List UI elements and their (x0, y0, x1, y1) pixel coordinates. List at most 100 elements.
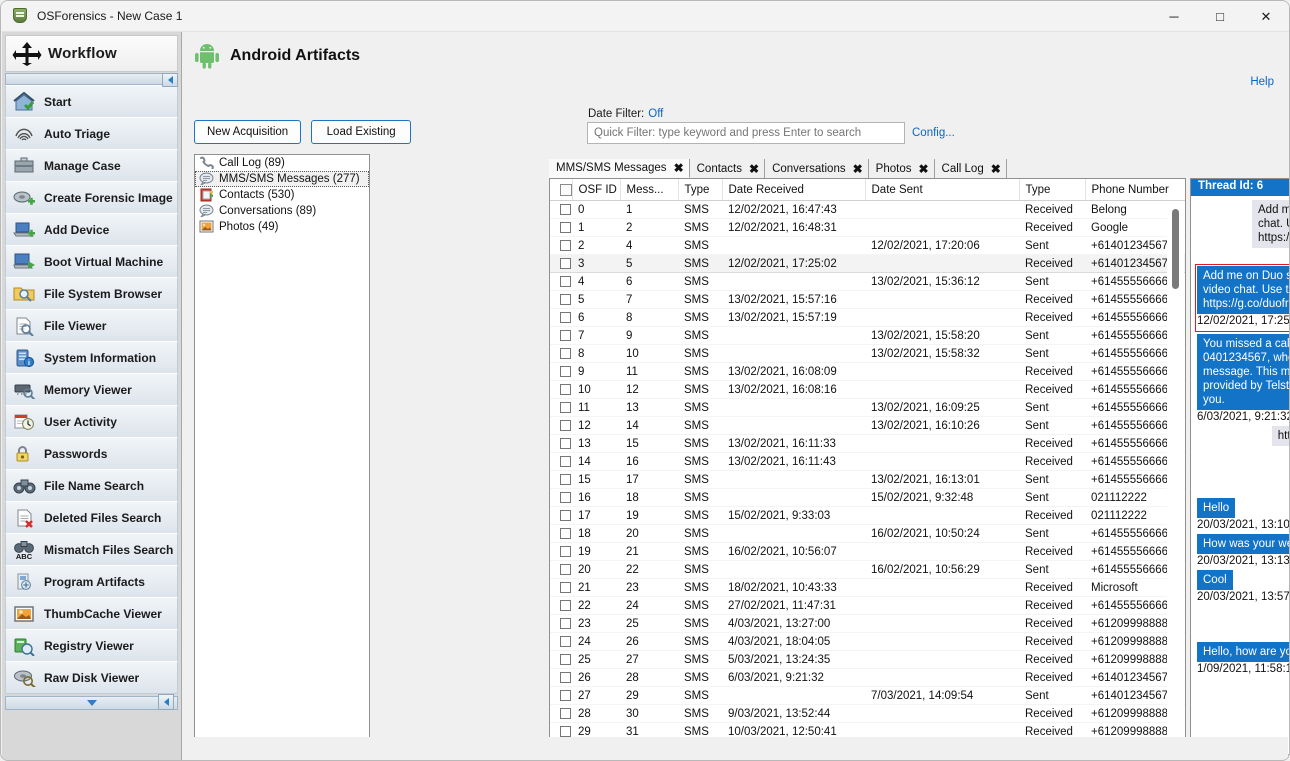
table-row[interactable]: 17 19 SMS 15/02/2021, 9:33:03 Received 021112… (550, 506, 1185, 525)
sidebar-item-user-activity[interactable]: User Activity (5, 405, 178, 438)
row-checkbox-cell[interactable] (550, 326, 572, 345)
column-header[interactable]: Type (678, 179, 723, 201)
sidebar-item-registry-viewer[interactable]: Registry Viewer (5, 629, 178, 662)
row-checkbox[interactable] (560, 582, 571, 593)
row-checkbox-cell[interactable] (550, 308, 572, 327)
row-checkbox-cell[interactable] (550, 434, 572, 453)
table-row[interactable]: 19 21 SMS 16/02/2021, 10:56:07 Received +6145… (550, 542, 1185, 561)
column-header[interactable]: Type (1019, 179, 1086, 201)
table-row[interactable]: 21 23 SMS 18/02/2021, 10:43:33 Received Micro… (550, 578, 1185, 597)
row-checkbox[interactable] (560, 222, 571, 233)
date-filter-value[interactable]: Off (648, 108, 663, 120)
row-checkbox[interactable] (560, 402, 571, 413)
row-checkbox[interactable] (560, 276, 571, 287)
row-checkbox[interactable] (560, 654, 571, 665)
row-checkbox[interactable] (560, 726, 571, 737)
row-checkbox[interactable] (560, 672, 571, 683)
table-row[interactable]: 0 1 SMS 12/02/2021, 16:47:43 Received Belong (550, 200, 1185, 219)
row-checkbox[interactable] (560, 204, 571, 215)
row-checkbox-cell[interactable] (550, 650, 572, 669)
load-existing-button[interactable]: Load Existing (311, 120, 412, 144)
row-checkbox[interactable] (560, 330, 571, 341)
thread-message[interactable]: Hello20/03/2021, 13:10:44 (1197, 498, 1289, 531)
row-checkbox[interactable] (560, 546, 571, 557)
row-checkbox-cell[interactable] (550, 452, 572, 471)
table-row[interactable]: 8 10 SMS 13/02/2021, 15:58:32 Sent +614555566… (550, 344, 1185, 363)
select-all-header[interactable] (550, 179, 573, 201)
row-checkbox-cell[interactable] (550, 542, 572, 561)
artifact-tree-item[interactable]: Call Log (89) (195, 155, 369, 171)
table-row[interactable]: 12 14 SMS 13/02/2021, 16:10:26 Sent +61455556… (550, 416, 1185, 435)
row-checkbox[interactable] (560, 528, 571, 539)
table-row[interactable]: 28 30 SMS 9/03/2021, 13:52:44 Received +61209… (550, 704, 1185, 723)
artifact-tree-item[interactable]: Photos (49) (195, 219, 369, 235)
table-row[interactable]: 11 13 SMS 13/02/2021, 16:09:25 Sent +61455556… (550, 398, 1185, 417)
sidebar-item-boot-virtual-machine[interactable]: Boot Virtual Machine (5, 245, 178, 278)
row-checkbox[interactable] (560, 492, 571, 503)
maximize-button[interactable]: □ (1197, 1, 1243, 32)
artifact-tree-item[interactable]: Contacts (530) (195, 187, 369, 203)
row-checkbox-cell[interactable] (550, 596, 572, 615)
sidebar-item-program-artifacts[interactable]: Program Artifacts (5, 565, 178, 598)
help-link[interactable]: Help (1250, 76, 1274, 88)
sidebar-item-deleted-files-search[interactable]: Deleted Files Search (5, 501, 178, 534)
table-row[interactable]: 16 18 SMS 15/02/2021, 9:32:48 Sent 021112222 (550, 488, 1185, 507)
table-vertical-scroll-thumb[interactable] (1172, 209, 1179, 289)
table-row[interactable]: 1 2 SMS 12/02/2021, 16:48:31 Received Google (550, 218, 1185, 237)
row-checkbox-cell[interactable] (550, 524, 572, 543)
thread-message[interactable]: Cool20/03/2021, 13:57:01 (1197, 570, 1289, 603)
row-checkbox-cell[interactable] (550, 290, 572, 309)
sidebar-item-start[interactable]: Start (5, 85, 178, 118)
row-checkbox-cell[interactable] (550, 254, 572, 273)
row-checkbox[interactable] (560, 510, 571, 521)
row-checkbox[interactable] (560, 366, 571, 377)
row-checkbox-cell[interactable] (550, 704, 572, 723)
sidebar-item-system-information[interactable]: i System Information (5, 341, 178, 374)
table-row[interactable]: 25 27 SMS 5/03/2021, 13:24:35 Received +61209… (550, 650, 1185, 669)
row-checkbox-cell[interactable] (550, 560, 572, 579)
column-header[interactable]: Date Received (722, 179, 866, 201)
row-checkbox-cell[interactable] (550, 578, 572, 597)
row-checkbox[interactable] (560, 708, 571, 719)
thread-message[interactable]: You missed a call from 0401234567, who d… (1197, 334, 1289, 423)
tab-mms-sms-messages[interactable]: MMS/SMS Messages ✖ (549, 159, 690, 178)
sidebar-item-passwords[interactable]: Passwords (5, 437, 178, 470)
column-header[interactable]: Mess... (620, 179, 679, 201)
sidebar-item-add-device[interactable]: Add Device (5, 213, 178, 246)
tab-photos[interactable]: Photos ✖ (868, 159, 935, 178)
column-header[interactable]: Phone Number (1085, 179, 1185, 201)
row-checkbox-cell[interactable] (550, 362, 572, 381)
table-row[interactable]: 5 7 SMS 13/02/2021, 15:57:16 Received +614555… (550, 290, 1185, 309)
row-checkbox[interactable] (560, 312, 571, 323)
sidebar-item-create-forensic-image[interactable]: Create Forensic Image (5, 181, 178, 214)
quick-filter-input[interactable] (587, 122, 905, 144)
row-checkbox[interactable] (560, 456, 571, 467)
sidebar-item-raw-disk-viewer[interactable]: Raw Disk Viewer (5, 661, 178, 694)
table-row[interactable]: 9 11 SMS 13/02/2021, 16:08:09 Received +61455… (550, 362, 1185, 381)
row-checkbox-cell[interactable] (550, 668, 572, 687)
thread-message[interactable]: Hi Jono20/03/2021, 13:10:25 (1197, 462, 1289, 495)
table-row[interactable]: 13 15 SMS 13/02/2021, 16:11:33 Received +6145… (550, 434, 1185, 453)
sidebar-collapse-button[interactable] (162, 73, 178, 87)
table-row[interactable]: 23 25 SMS 4/03/2021, 13:27:00 Received +61209… (550, 614, 1185, 633)
row-checkbox-cell[interactable] (550, 200, 572, 219)
new-acquisition-button[interactable]: New Acquisition (194, 120, 302, 144)
select-all-checkbox[interactable] (560, 183, 571, 196)
row-checkbox-cell[interactable] (550, 506, 572, 525)
tab-contacts[interactable]: Contacts ✖ (689, 159, 766, 178)
sidebar-item-thumbcache-viewer[interactable]: ThumbCache Viewer (5, 597, 178, 630)
row-checkbox[interactable] (560, 618, 571, 629)
sidebar-scroll-down[interactable] (5, 694, 178, 710)
row-checkbox-cell[interactable] (550, 218, 572, 237)
row-checkbox-cell[interactable] (550, 398, 572, 417)
thread-message[interactable]: Add me on Duo so we can video chat. Use … (1197, 200, 1289, 261)
sidebar-item-file-name-search[interactable]: File Name Search (5, 469, 178, 502)
thread-message[interactable]: Hello, how are you doing?1/09/2021, 11:5… (1197, 642, 1289, 675)
tab-close-icon[interactable]: ✖ (853, 163, 863, 175)
row-checkbox[interactable] (560, 474, 571, 485)
column-header[interactable]: Date Sent (865, 179, 1020, 201)
tab-conversations[interactable]: Conversations ✖ (765, 159, 869, 178)
table-row[interactable]: 6 8 SMS 13/02/2021, 15:57:19 Received +614555… (550, 308, 1185, 327)
sidebar-scroll-up[interactable] (5, 73, 178, 85)
sidebar-item-mismatch-files-search[interactable]: ABC Mismatch Files Search (5, 533, 178, 566)
